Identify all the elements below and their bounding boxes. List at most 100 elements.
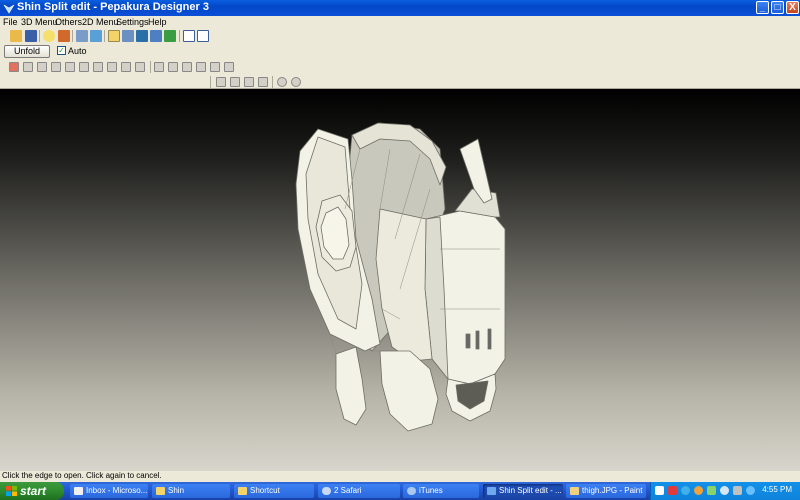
- system-tray: 4:55 PM: [650, 482, 800, 500]
- align-left-icon[interactable]: [216, 77, 226, 87]
- task-paint[interactable]: thigh.JPG - Paint: [566, 484, 646, 498]
- toolbar-separator: [72, 30, 73, 42]
- messenger-tray-icon[interactable]: [694, 486, 703, 495]
- folder-icon: [238, 487, 247, 495]
- task-shin-folder[interactable]: Shin: [152, 484, 230, 498]
- display-tray-icon[interactable]: [746, 486, 755, 495]
- toolbar-separator: [39, 30, 40, 42]
- align-center-icon[interactable]: [230, 77, 240, 87]
- edge-icon[interactable]: [122, 30, 134, 42]
- join-icon[interactable]: [150, 30, 162, 42]
- menu-others[interactable]: Others: [55, 17, 82, 27]
- task-label: Shortcut: [250, 486, 280, 495]
- shin-armor-model[interactable]: [0, 89, 800, 471]
- 3d-viewport[interactable]: [0, 89, 800, 471]
- network-tray-icon[interactable]: [681, 486, 690, 495]
- task-label: 2 Safari: [334, 486, 362, 495]
- title-bar[interactable]: Shin Split edit - Pepakura Designer 3 _ …: [0, 0, 800, 16]
- edit-toolbar: [0, 59, 800, 74]
- task-label: thigh.JPG - Paint: [582, 486, 643, 495]
- pepakura-app-icon: [3, 4, 15, 14]
- volume-tray-icon[interactable]: [733, 486, 742, 495]
- view-single-icon[interactable]: [183, 30, 195, 42]
- start-label: start: [20, 484, 47, 498]
- paint-icon: [570, 487, 579, 495]
- task-shortcut-folder[interactable]: Shortcut: [234, 484, 314, 498]
- move-icon[interactable]: [23, 62, 33, 72]
- page-icon[interactable]: [182, 62, 192, 72]
- text-icon[interactable]: [93, 62, 103, 72]
- menu-settings[interactable]: Settings: [116, 17, 149, 27]
- auto-checkbox[interactable]: ✓: [57, 46, 66, 55]
- toolbar-separator: [272, 76, 273, 88]
- outlook-icon: [74, 487, 83, 495]
- start-button[interactable]: start: [0, 482, 64, 500]
- lightbulb-icon[interactable]: [43, 30, 55, 42]
- align-right-icon[interactable]: [244, 77, 254, 87]
- folder-icon: [156, 487, 165, 495]
- join-edge-icon[interactable]: [51, 62, 61, 72]
- model-middle-section: [375, 208, 433, 362]
- task-pepakura[interactable]: Shin Split edit - ...: [483, 484, 563, 498]
- rotate-left-icon[interactable]: [277, 77, 287, 87]
- color-icon[interactable]: [164, 30, 176, 42]
- close-button[interactable]: X: [786, 1, 799, 14]
- antivirus-tray-icon[interactable]: [668, 486, 677, 495]
- toolbar-separator: [179, 30, 180, 42]
- menu-3d[interactable]: 3D Menu: [21, 17, 58, 27]
- undo-part-icon[interactable]: [135, 62, 145, 72]
- update-tray-icon[interactable]: [707, 486, 716, 495]
- print-icon[interactable]: [224, 62, 234, 72]
- flip-icon[interactable]: [90, 30, 102, 42]
- maximize-button[interactable]: □: [771, 1, 784, 14]
- bluetooth-tray-icon[interactable]: [720, 486, 729, 495]
- rotate-right-icon[interactable]: [291, 77, 301, 87]
- task-inbox[interactable]: Inbox - Microso...: [70, 484, 148, 498]
- flap-icon[interactable]: [79, 62, 89, 72]
- minimize-button[interactable]: _: [756, 1, 769, 14]
- toolbar-separator: [150, 61, 151, 73]
- disconnect-icon[interactable]: [65, 62, 75, 72]
- toolbar-separator: [104, 30, 105, 42]
- select-icon[interactable]: [9, 62, 19, 72]
- open-folder-icon[interactable]: [10, 30, 22, 42]
- align-toolbar: [0, 74, 800, 89]
- menu-help[interactable]: Help: [148, 17, 167, 27]
- grid-icon[interactable]: [168, 62, 178, 72]
- itunes-icon: [407, 487, 416, 495]
- clock[interactable]: 4:55 PM: [762, 485, 792, 494]
- align-icon[interactable]: [154, 62, 164, 72]
- task-itunes[interactable]: iTunes: [403, 484, 479, 498]
- model-vent: [487, 328, 492, 350]
- cut-icon[interactable]: [107, 62, 117, 72]
- cube-icon[interactable]: [58, 30, 70, 42]
- model-lower-left-cuff: [335, 346, 367, 426]
- menu-file[interactable]: File: [3, 17, 18, 27]
- chart-icon[interactable]: [196, 62, 206, 72]
- toolbar-separator: [210, 76, 211, 88]
- unfold-button[interactable]: Unfold: [4, 45, 50, 58]
- safari-icon: [322, 487, 331, 495]
- view-split-icon[interactable]: [197, 30, 209, 42]
- model-vent: [465, 333, 471, 349]
- menu-2d[interactable]: 2D Menu: [82, 17, 119, 27]
- rotate-icon[interactable]: [76, 30, 88, 42]
- rotate-part-icon[interactable]: [37, 62, 47, 72]
- menu-bar: File 3D Menu Others 2D Menu Settings Hel…: [0, 16, 800, 28]
- task-label: Inbox - Microso...: [86, 486, 148, 495]
- task-label: iTunes: [419, 486, 443, 495]
- anchor-icon[interactable]: [136, 30, 148, 42]
- windows-taskbar: start Inbox - Microso... Shin Shortcut 2…: [0, 482, 800, 500]
- save-icon[interactable]: [25, 30, 37, 42]
- pepakura-icon: [487, 487, 496, 495]
- model-vent: [475, 330, 480, 350]
- unfold-toolbar: Unfold ✓ Auto: [0, 44, 800, 59]
- task-safari[interactable]: 2 Safari: [318, 484, 400, 498]
- align-top-icon[interactable]: [258, 77, 268, 87]
- status-text: Click the edge to open. Click again to c…: [2, 471, 162, 480]
- help-tray-icon[interactable]: [655, 486, 664, 495]
- windows-flag-icon: [6, 486, 17, 496]
- pencil-icon[interactable]: [108, 30, 120, 42]
- frame-icon[interactable]: [210, 62, 220, 72]
- mirror-icon[interactable]: [121, 62, 131, 72]
